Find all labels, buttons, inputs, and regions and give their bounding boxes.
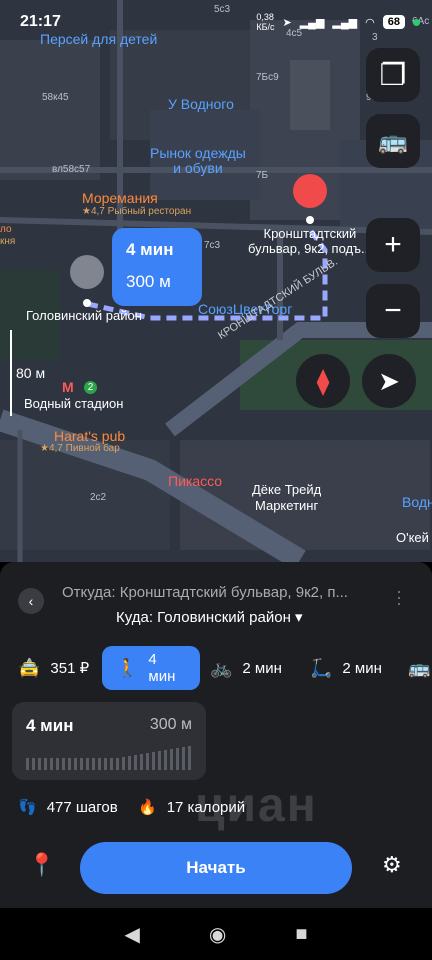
layers-button[interactable]: ❐ xyxy=(366,48,420,102)
back-triangle-icon[interactable]: ◀ xyxy=(125,922,140,947)
poi-okey[interactable]: О'кей xyxy=(396,530,429,545)
location-arrow-icon: ➤ xyxy=(378,365,400,396)
poi-nya: кня xyxy=(0,236,16,247)
network-speed: 0,38 КБ/с xyxy=(256,12,275,32)
bike-icon: 🚲 xyxy=(210,657,233,678)
chevron-left-icon: ‹ xyxy=(28,593,34,609)
house-number: 7Б xyxy=(256,170,269,181)
signal-icon: ▂▄▆ xyxy=(299,16,325,29)
mode-more[interactable]: 🚌 xyxy=(408,646,430,690)
status-bar: 21:17 0,38 КБ/с ➤ ▂▄▆ ▂▄▆ ◠ 68 xyxy=(0,0,432,44)
battery-icon: 68 xyxy=(382,15,405,29)
poi-harats[interactable]: Harat's pub xyxy=(54,428,125,444)
zoom-out-button[interactable]: − xyxy=(366,284,420,338)
add-waypoint-button[interactable]: 📍 xyxy=(28,852,55,878)
house-number: 2с2 xyxy=(90,492,107,503)
my-location-button[interactable]: ➤ xyxy=(362,354,416,408)
route-to[interactable]: Куда: Головинский район ▾ xyxy=(116,608,303,626)
poi-deke[interactable]: Дёке Трейд Маркетинг xyxy=(252,482,321,514)
mode-taxi-label: 351 ₽ xyxy=(50,660,90,677)
card-distance: 300 м xyxy=(149,716,192,733)
sliders-icon: ⚙ xyxy=(382,852,402,877)
plus-icon: + xyxy=(384,228,402,261)
walk-icon: 🚶 xyxy=(116,657,139,678)
footprints-icon: 👣 xyxy=(18,799,37,816)
flame-icon: 🔥 xyxy=(138,799,157,816)
pin-plus-icon: 📍 xyxy=(28,852,56,877)
watermark-logo: циан xyxy=(195,779,318,832)
house-number: 7Бс9 xyxy=(256,72,279,83)
mode-walk-label: 4 мин xyxy=(148,651,176,685)
mode-scooter-label: 2 мин xyxy=(342,659,382,677)
elevation-profile xyxy=(26,746,191,770)
indicator-dot xyxy=(413,18,420,26)
card-duration: 4 мин xyxy=(26,716,74,735)
house-number: 7с3 xyxy=(204,240,221,251)
house-number: 58к45 xyxy=(42,92,69,103)
route-distance: 300 м xyxy=(126,272,171,291)
poi-harats-rating: ★4,7 Пивной бар xyxy=(40,443,120,454)
zoom-in-button[interactable]: + xyxy=(366,218,420,272)
map-view[interactable]: Персей для детей У Водного Рынок одежды … xyxy=(0,0,432,562)
mode-bike-label: 2 мин xyxy=(242,659,282,677)
poi-moremania[interactable]: Моремания xyxy=(82,190,158,206)
system-nav-bar: ◀ ◉ ■ xyxy=(0,908,432,960)
transit-button[interactable]: 🚌 xyxy=(366,114,420,168)
more-icon[interactable]: · · · xyxy=(396,582,402,612)
steps-label: 477 шагов xyxy=(46,798,118,816)
mode-taxi[interactable]: 🚖 351 ₽ xyxy=(18,646,89,690)
mode-scooter[interactable]: 🛴 2 мин xyxy=(310,646,382,690)
poi-rynok[interactable]: Рынок одежды и обуви xyxy=(150,146,246,176)
route-sheet: ‹ Откуда: Кронштадтский бульвар, 9к2, п.… xyxy=(0,562,432,908)
scooter-icon: 🛴 xyxy=(310,657,333,678)
route-bubble[interactable]: 4 мин 300 м xyxy=(112,228,202,306)
origin-label[interactable]: Головинский район xyxy=(26,308,142,323)
poi-moremania-rating: ★4,7 Рыбный ресторан xyxy=(82,206,192,217)
scale-label: 80 м xyxy=(16,365,46,381)
home-icon[interactable]: ◉ xyxy=(209,922,226,947)
signal-icon-2: ▂▄▆ xyxy=(332,16,358,29)
wifi-icon: ◠ xyxy=(365,16,375,29)
start-button[interactable]: Начать xyxy=(80,842,352,894)
mode-walk[interactable]: 🚶 4 мин xyxy=(102,646,200,690)
poi-vodn-right[interactable]: Водн xyxy=(402,494,432,510)
recents-icon[interactable]: ■ xyxy=(295,923,307,946)
route-settings-button[interactable]: ⚙ xyxy=(382,852,402,878)
navigation-icon: ➤ xyxy=(282,16,292,29)
poi-u-vodnogo[interactable]: У Водного xyxy=(168,96,234,112)
poi-lo: ло xyxy=(0,224,12,235)
scale-bar xyxy=(10,330,12,416)
car-icon: 🚖 xyxy=(18,657,41,678)
poi-picasso[interactable]: Пикассо xyxy=(168,473,222,489)
minus-icon: − xyxy=(384,294,402,327)
mode-bike[interactable]: 🚲 2 мин xyxy=(210,646,282,690)
status-time: 21:17 xyxy=(20,13,61,30)
house-number: вл58с57 xyxy=(52,164,91,175)
compass-icon: ⧫ xyxy=(316,365,330,396)
route-time: 4 мин xyxy=(126,240,174,259)
compass-button[interactable]: ⧫ xyxy=(296,354,350,408)
destination-label[interactable]: Кронштадтский бульвар, 9к2, подъ... xyxy=(248,226,372,256)
layers-icon: ❐ xyxy=(379,58,407,92)
route-card[interactable]: 4 мин 300 м xyxy=(12,702,206,780)
metro-line-badge: 2 xyxy=(84,381,97,394)
route-from[interactable]: Откуда: Кронштадтский бульвар, 9к2, п... xyxy=(62,584,348,601)
bus-icon: 🚌 xyxy=(408,657,431,678)
back-button[interactable]: ‹ xyxy=(18,588,44,614)
bus-icon: 🚌 xyxy=(378,127,408,155)
metro-icon: M xyxy=(62,379,74,395)
steps-metric: 👣 477 шагов xyxy=(18,798,118,817)
poi-vodny[interactable]: Водный стадион xyxy=(24,396,123,411)
